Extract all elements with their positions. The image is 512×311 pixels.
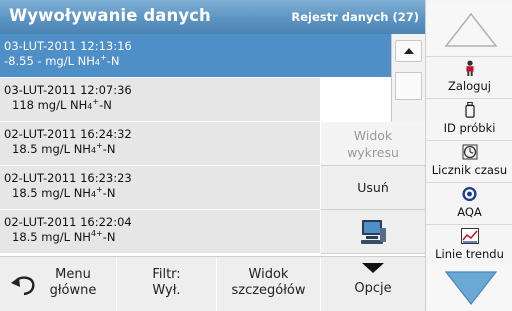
list-item[interactable]: 02-LUT-2011 16:22:04 18.5 mg/L NH4+-N: [0, 210, 320, 254]
row-value: -8.55 - mg/L NH4+-N: [4, 53, 120, 68]
computer-icon: [361, 220, 386, 244]
scroll-up-icon[interactable]: [395, 40, 422, 62]
send-data-button[interactable]: [321, 210, 425, 254]
data-log-count: Rejestr danych (27): [291, 10, 419, 24]
trend-lines-button[interactable]: Linie trendu: [426, 224, 512, 264]
scroll-thumb[interactable]: [395, 72, 422, 100]
row-value: 18.5 mg/L NH4+-N: [12, 185, 116, 200]
bottle-icon: [464, 101, 475, 118]
triangle-up-icon: [444, 12, 498, 47]
main-menu-button[interactable]: Menu główne: [0, 257, 117, 311]
clock-icon: [462, 144, 477, 160]
header-bar: Wywoływanie danych Rejestr danych (27): [0, 0, 425, 34]
login-button[interactable]: Zaloguj: [426, 56, 512, 98]
target-icon: [462, 186, 477, 202]
chart-view-button[interactable]: Widok wykresu: [321, 122, 425, 166]
filter-button[interactable]: Filtr: Wył.: [117, 257, 217, 311]
sample-id-button[interactable]: ID próbki: [426, 98, 512, 140]
row-datetime: 02-LUT-2011 16:22:04: [4, 215, 132, 229]
list-item[interactable]: 02-LUT-2011 16:24:32 18.5 mg/L NH4+-N: [0, 122, 320, 166]
aqa-button[interactable]: AQA: [426, 182, 512, 224]
row-datetime: 02-LUT-2011 16:23:23: [4, 171, 132, 185]
bottom-toolbar: Menu główne Filtr: Wył. Widok szczegółów…: [0, 256, 425, 311]
delete-button[interactable]: Usuń: [321, 166, 425, 210]
triangle-down-icon: [444, 271, 498, 305]
chevron-down-icon: [362, 263, 384, 273]
list-scrollbar[interactable]: [391, 34, 425, 122]
list-item[interactable]: 02-LUT-2011 16:23:23 18.5 mg/L NH4+-N: [0, 166, 320, 210]
row-datetime: 03-LUT-2011 12:13:16: [4, 39, 132, 53]
side-scroll-up-button[interactable]: [428, 4, 512, 54]
list-item[interactable]: 03-LUT-2011 12:13:16 -8.55 - mg/L NH4+-N: [0, 34, 391, 78]
person-icon: [465, 60, 474, 76]
timer-button[interactable]: Licznik czasu: [426, 140, 512, 182]
detail-view-button[interactable]: Widok szczegółów: [217, 257, 321, 311]
list-item[interactable]: 03-LUT-2011 12:07:36 118 mg/L NH4+-N: [0, 78, 320, 122]
page-title: Wywoływanie danych: [9, 6, 211, 25]
row-datetime: 03-LUT-2011 12:07:36: [4, 83, 132, 97]
row-value: 18.5 mg/L NH4+-N: [12, 229, 116, 244]
row-datetime: 02-LUT-2011 16:24:32: [4, 127, 132, 141]
row-value: 18.5 mg/L NH4+-N: [12, 141, 116, 156]
line-chart-icon: [460, 228, 479, 244]
row-value: 118 mg/L NH4+-N: [12, 97, 112, 112]
right-sidebar: Zaloguj ID próbki Licznik czasu AQA Lini…: [425, 0, 512, 311]
side-scroll-down-button[interactable]: [428, 264, 512, 310]
options-button[interactable]: Opcje: [321, 257, 425, 311]
